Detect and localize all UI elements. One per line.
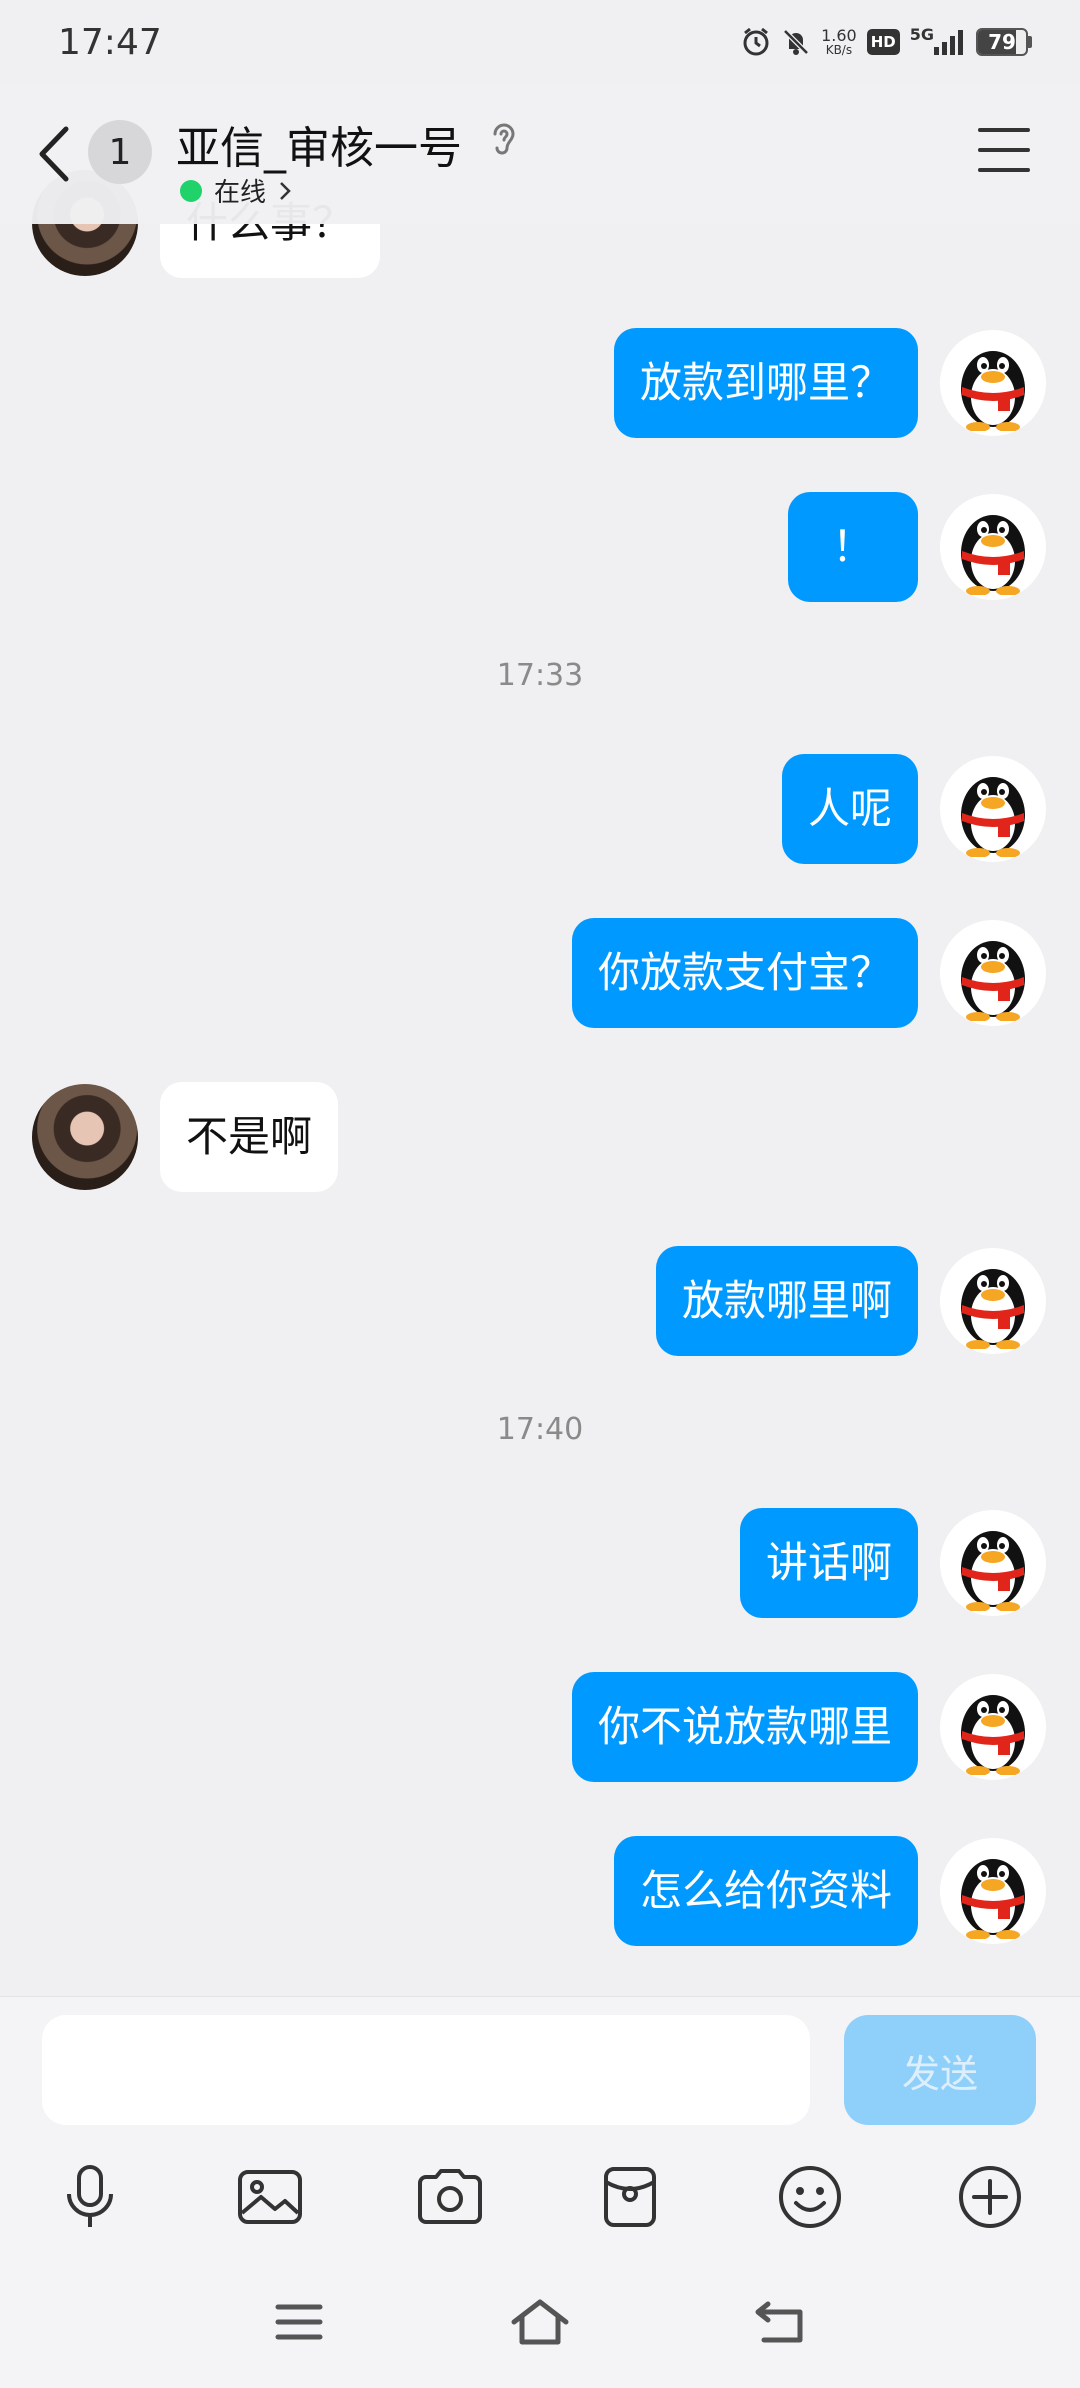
message-bubble[interactable]: 讲话啊 [739, 1508, 918, 1618]
chevron-right-icon [280, 181, 291, 200]
qq-penguin-icon [961, 351, 1025, 431]
message-incoming: 不是啊 [32, 1082, 339, 1192]
message-bubble[interactable]: 不是啊 [160, 1082, 339, 1192]
mute-bell-icon [783, 29, 809, 55]
message-bubble[interactable]: ！ [787, 492, 918, 602]
qq-penguin-icon [961, 941, 1025, 1021]
back-arrow-icon [39, 126, 69, 182]
message-outgoing: ！ [787, 492, 1046, 602]
alarm-icon [743, 27, 769, 56]
message-outgoing: 讲话啊 [739, 1508, 1046, 1618]
menu-icon[interactable] [264, 2287, 334, 2357]
contact-name[interactable]: 亚信_审核一号 [176, 112, 462, 176]
battery-indicator: 79 [976, 28, 1032, 56]
composer-toolbar [0, 2157, 1080, 2257]
microphone-icon[interactable] [50, 2157, 130, 2237]
image-icon[interactable] [230, 2157, 310, 2237]
unread-count-badge[interactable]: 1 [88, 120, 152, 184]
qq-penguin-icon [961, 1859, 1025, 1939]
back-button[interactable] [36, 122, 76, 186]
message-input[interactable] [42, 2015, 810, 2125]
network-type: 5G [909, 24, 934, 44]
qq-penguin-icon [961, 777, 1025, 857]
network-speed: 1.60 KB/s [821, 26, 857, 57]
red-packet-icon[interactable] [590, 2157, 670, 2237]
qq-penguin-icon [961, 1531, 1025, 1611]
online-status-text: 在线 [214, 178, 267, 208]
message-bubble[interactable]: 你不说放款哪里 [571, 1672, 918, 1782]
online-dot [180, 179, 202, 202]
my-avatar[interactable] [940, 1510, 1046, 1616]
my-avatar[interactable] [940, 494, 1046, 600]
my-avatar[interactable] [940, 1838, 1046, 1944]
contact-avatar[interactable] [32, 1084, 138, 1190]
plus-icon[interactable] [950, 2157, 1030, 2237]
signal-icon [934, 30, 963, 55]
online-status-row[interactable]: 在线 [180, 172, 292, 209]
status-time: 17:47 [58, 21, 162, 63]
message-outgoing: 你不说放款哪里 [571, 1672, 1046, 1782]
battery-level: 79 [988, 30, 1016, 54]
composer-area: 发送 [0, 1996, 1080, 2388]
chat-header: 1 亚信_审核一号 在线 [0, 84, 1080, 224]
message-outgoing: 放款哪里啊 [655, 1246, 1046, 1356]
ear-icon[interactable] [488, 120, 518, 164]
message-bubble[interactable]: 放款哪里啊 [655, 1246, 918, 1356]
message-outgoing: 放款到哪里？ [613, 328, 1046, 438]
qq-penguin-icon [961, 515, 1025, 595]
emoji-icon[interactable] [770, 2157, 850, 2237]
message-outgoing: 你放款支付宝？ [571, 918, 1046, 1028]
my-avatar[interactable] [940, 1248, 1046, 1354]
system-nav-bar [0, 2287, 1080, 2367]
net-speed-value: 1.60 [821, 26, 857, 45]
hd-badge: HD [866, 29, 900, 55]
my-avatar[interactable] [940, 920, 1046, 1026]
status-bar: 17:47 1.60 KB/s HD 5G 79 [0, 0, 1080, 84]
qq-penguin-icon [961, 1695, 1025, 1775]
camera-icon[interactable] [410, 2157, 490, 2237]
net-speed-unit: KB/s [825, 43, 853, 57]
my-avatar[interactable] [940, 330, 1046, 436]
my-avatar[interactable] [940, 756, 1046, 862]
message-outgoing: 怎么给你资料 [613, 1836, 1046, 1946]
message-timestamp: 17:40 [496, 1412, 584, 1447]
message-bubble[interactable]: 你放款支付宝？ [571, 918, 918, 1028]
send-button[interactable]: 发送 [844, 2015, 1036, 2125]
home-icon[interactable] [505, 2287, 575, 2357]
status-icons: 1.60 KB/s HD 5G 79 [741, 24, 1032, 57]
message-outgoing: 人呢 [781, 754, 1046, 864]
my-avatar[interactable] [940, 1674, 1046, 1780]
message-bubble[interactable]: 放款到哪里？ [613, 328, 918, 438]
message-bubble[interactable]: 人呢 [781, 754, 918, 864]
qq-penguin-icon [961, 1269, 1025, 1349]
back-icon[interactable] [745, 2287, 815, 2357]
message-bubble[interactable]: 怎么给你资料 [613, 1836, 918, 1946]
chat-area[interactable]: 什么事？ 放款到哪里？ ！ 17:33 人呢 你放款支付宝？ 不是啊 放款 [0, 0, 1080, 1996]
message-timestamp: 17:33 [496, 658, 584, 693]
menu-icon[interactable] [978, 128, 1030, 172]
